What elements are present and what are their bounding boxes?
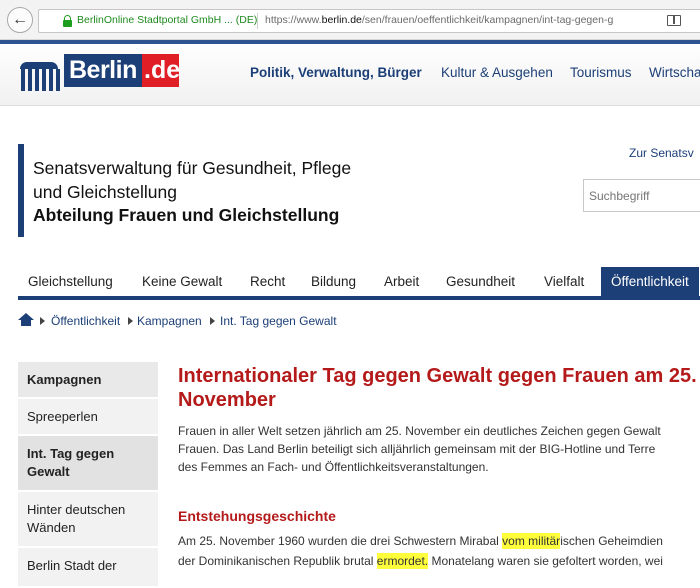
berlin-logo[interactable]: Berlin .de [17, 54, 181, 91]
nav-arbeit[interactable]: Arbeit [384, 267, 419, 296]
breadcrumb-int-tag[interactable]: Int. Tag gegen Gewalt [220, 314, 337, 328]
nav-gesundheit[interactable]: Gesundheit [446, 267, 515, 296]
top-nav-kultur[interactable]: Kultur & Ausgehen [441, 65, 553, 80]
nav-bildung[interactable]: Bildung [311, 267, 356, 296]
nav-keine-gewalt[interactable]: Keine Gewalt [142, 267, 222, 296]
brandenburg-gate-icon [17, 62, 65, 91]
site-header: Berlin .de Politik, Verwaltung, Bürger K… [0, 40, 700, 106]
top-nav-politik[interactable]: Politik, Verwaltung, Bürger [250, 65, 422, 80]
page-title: Internationaler Tag gegen Gewalt gegen F… [178, 365, 697, 411]
back-arrow-icon: ← [12, 11, 28, 28]
breadcrumb-arrow-icon [210, 317, 215, 325]
reader-view-icon[interactable] [667, 15, 681, 26]
senate-link[interactable]: Zur Senatsv [629, 146, 694, 160]
home-icon[interactable] [18, 313, 34, 327]
site-identity[interactable]: BerlinOnline Stadtportal GmbH ... (DE) [77, 14, 257, 26]
sidebar-item-spreeperlen[interactable]: Spreeperlen [18, 399, 158, 436]
sidebar-heading[interactable]: Kampagnen [18, 362, 158, 399]
department-line-1: Senatsverwaltung für Gesundheit, Pflege [33, 158, 352, 178]
search-input[interactable] [583, 179, 700, 212]
section-heading: Entstehungsgeschichte [178, 508, 336, 524]
nav-vielfalt[interactable]: Vielfalt [544, 267, 584, 296]
highlight: vom militär [502, 533, 561, 549]
highlight: ermordet. [376, 553, 429, 569]
top-nav-wirtschaft[interactable]: Wirtscha [649, 65, 700, 80]
url-text[interactable]: https://www.berlin.de/sen/frauen/oeffent… [265, 14, 645, 26]
breadcrumb-arrow-icon [128, 317, 133, 325]
logo-tld: .de [144, 56, 181, 84]
main-nav: Gleichstellung Keine Gewalt Recht Bildun… [18, 267, 700, 300]
sidebar: Kampagnen Spreeperlen Int. Tag gegen Gew… [18, 362, 158, 588]
department-title: Abteilung Frauen und Gleichstellung [33, 205, 340, 225]
url-field[interactable]: BerlinOnline Stadtportal GmbH ... (DE) h… [38, 9, 700, 33]
sidebar-item-berlin-stadt[interactable]: Berlin Stadt der [18, 548, 158, 588]
department-header: Senatsverwaltung für Gesundheit, Pflege … [18, 144, 578, 237]
header-top-line [0, 40, 700, 44]
back-button[interactable]: ← [7, 7, 33, 33]
top-nav-tourismus[interactable]: Tourismus [570, 65, 632, 80]
browser-address-bar: ← BerlinOnline Stadtportal GmbH ... (DE)… [0, 0, 700, 40]
breadcrumb-oeffentlichkeit[interactable]: Öffentlichkeit [51, 314, 120, 328]
nav-recht[interactable]: Recht [250, 267, 285, 296]
breadcrumb-arrow-icon [40, 317, 45, 325]
nav-gleichstellung[interactable]: Gleichstellung [28, 267, 113, 296]
department-line-2: und Gleichstellung [33, 182, 177, 202]
logo-word: Berlin [69, 56, 137, 84]
sidebar-item-int-tag[interactable]: Int. Tag gegen Gewalt [18, 436, 158, 492]
sidebar-item-hinter-deutschen-waenden[interactable]: Hinter deutschen Wänden [18, 492, 158, 548]
history-paragraph: Am 25. November 1960 wurden die drei Sch… [178, 533, 663, 569]
lock-icon [63, 15, 72, 27]
url-separator [257, 13, 258, 29]
intro-paragraph: Frauen in aller Welt setzen jährlich am … [178, 424, 661, 474]
breadcrumb-kampagnen[interactable]: Kampagnen [137, 314, 202, 328]
nav-oeffentlichkeit[interactable]: Öffentlichkeit [601, 267, 699, 296]
